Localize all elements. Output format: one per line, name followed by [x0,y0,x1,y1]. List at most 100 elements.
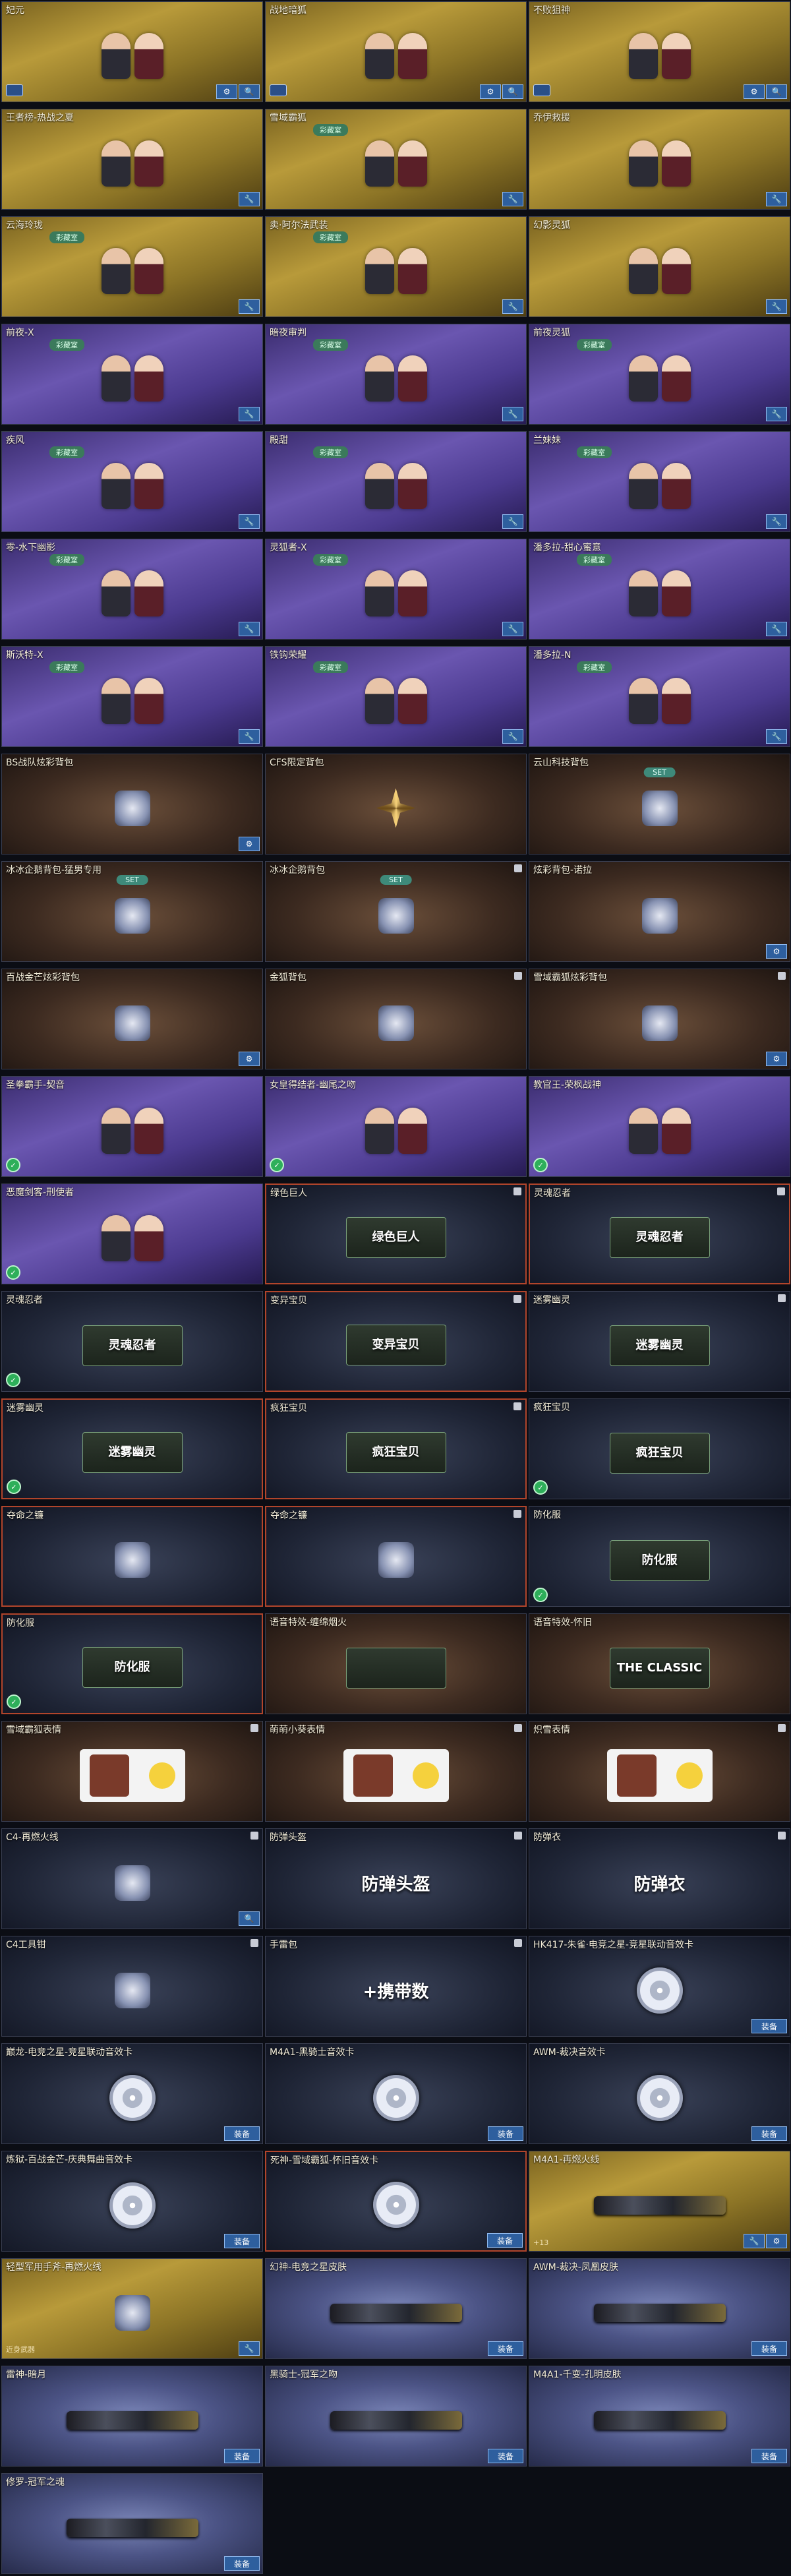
wrench-button[interactable]: 🔧 [239,622,260,636]
item-card[interactable]: 暗夜审判 彩藏室 🔧 [265,324,527,425]
wrench-button[interactable]: 🔧 [502,622,523,636]
item-card[interactable]: 卖·阿尔法武装 彩藏室 🔧 [265,216,527,317]
item-card[interactable]: M4A1-千变-孔明皮肤 装备 [529,2366,790,2467]
item-card[interactable]: 云山科技背包 SET [529,754,790,854]
wrench-button[interactable]: 🔧 [239,514,260,529]
item-card[interactable]: 炽雪表情 [529,1721,790,1822]
item-card[interactable]: 语音特效-怀旧 THE CLASSIC [529,1613,790,1714]
equip-button[interactable]: 装备 [224,2234,260,2248]
equip-button[interactable]: 装备 [488,2341,523,2356]
item-card[interactable]: 兰妹妹 彩藏室 🔧 [529,431,790,532]
item-card[interactable]: AWM-裁决音效卡 装备 [529,2043,790,2144]
item-card[interactable]: M4A1-再燃火线 +13 ⚙ 🔧 [529,2151,790,2252]
item-card[interactable]: 冰冰企鹅背包 SET [265,861,527,962]
item-card[interactable]: AWM-裁决-凤凰皮肤 装备 [529,2258,790,2359]
item-card[interactable]: BS战队炫彩背包 ⚙ [1,754,263,854]
item-card[interactable]: 云海玲珑 彩藏室 🔧 [1,216,263,317]
item-card[interactable]: 灵魂忍者 灵魂忍者 [529,1183,790,1284]
item-card[interactable]: 迷雾幽灵 迷雾幽灵 ✓ [1,1398,263,1499]
equip-button[interactable]: 装备 [488,2126,523,2141]
wrench-button[interactable]: 🔧 [766,299,787,314]
item-card[interactable]: 妃元 🔍 ⚙ [1,1,263,102]
wrench-button[interactable]: 🔧 [239,729,260,744]
item-card[interactable]: 修罗-冠军之魂 装备 [1,2473,263,2574]
wrench-button[interactable]: 🔧 [502,514,523,529]
gear-button[interactable]: ⚙ [239,1052,260,1066]
item-card[interactable]: 前夜灵狐 彩藏室 🔧 [529,324,790,425]
item-card[interactable]: 恶魔剑客-刑使者 ✓ [1,1183,263,1284]
gear-button[interactable]: ⚙ [744,84,765,99]
wrench-button[interactable]: 🔧 [239,192,260,206]
item-card[interactable]: 萌萌小葵表情 [265,1721,527,1822]
wrench-button[interactable]: 🔧 [239,2341,260,2356]
item-card[interactable]: 迷雾幽灵 迷雾幽灵 [529,1291,790,1392]
item-card[interactable]: 变异宝贝 变异宝贝 [265,1291,527,1392]
item-card[interactable]: C4-再燃火线 🔍 [1,1828,263,1929]
wrench-button[interactable]: 🔧 [766,514,787,529]
gear-button[interactable]: ⚙ [766,1052,787,1066]
equip-button[interactable]: 装备 [224,2449,260,2463]
gear-button[interactable]: ⚙ [216,84,237,99]
item-card[interactable]: 幻影灵狐 🔧 [529,216,790,317]
item-card[interactable]: 雪域霸狐炫彩背包 ⚙ [529,969,790,1069]
item-card[interactable]: 零-水下幽影 彩藏室 🔧 [1,539,263,640]
gear-button[interactable]: ⚙ [480,84,501,99]
item-card[interactable]: 手雷包 +携带数 [265,1936,527,2037]
item-card[interactable]: 轻型军用手斧-再燃火线 近身武器 🔧 [1,2258,263,2359]
item-card[interactable]: 疾风 彩藏室 🔧 [1,431,263,532]
equip-button[interactable]: 装备 [487,2233,523,2248]
wrench-button[interactable]: 🔧 [744,2234,765,2248]
search-button[interactable]: 🔍 [766,84,787,99]
equip-button[interactable]: 装备 [751,2126,787,2141]
item-card[interactable]: HK417-朱雀·电竞之星-竞星联动音效卡 装备 [529,1936,790,2037]
wrench-button[interactable]: 🔧 [502,299,523,314]
wrench-button[interactable]: 🔧 [502,407,523,421]
item-card[interactable]: 防弹衣 防弹衣 [529,1828,790,1929]
item-card[interactable]: 冰冰企鹅背包-猛男专用 SET [1,861,263,962]
item-card[interactable]: 夺命之镰 [1,1506,263,1607]
search-button[interactable]: 🔍 [239,1911,260,1926]
item-card[interactable]: 王者榜-热战之夏 🔧 [1,109,263,210]
item-card[interactable]: C4工具钳 [1,1936,263,2037]
item-card[interactable]: 潘多拉-N 彩藏室 🔧 [529,646,790,747]
equip-button[interactable]: 装备 [488,2449,523,2463]
item-card[interactable]: 防弹头盔 防弹头盔 [265,1828,527,1929]
search-button[interactable]: 🔍 [502,84,523,99]
gear-button[interactable]: ⚙ [766,2234,787,2248]
item-card[interactable]: 防化服 防化服 ✓ [529,1506,790,1607]
item-card[interactable]: 圣拳霸手-契音 ✓ [1,1076,263,1177]
item-card[interactable]: 乔伊救援 🔧 [529,109,790,210]
item-card[interactable]: 灵魂忍者 灵魂忍者 ✓ [1,1291,263,1392]
item-card[interactable]: 潘多拉-甜心蜜意 彩藏室 🔧 [529,539,790,640]
item-card[interactable]: 雷神-暗月 装备 [1,2366,263,2467]
item-card[interactable]: 金狐背包 [265,969,527,1069]
wrench-button[interactable]: 🔧 [502,729,523,744]
item-card[interactable]: 斯沃特-X 彩藏室 🔧 [1,646,263,747]
item-card[interactable]: 前夜-X 彩藏室 🔧 [1,324,263,425]
item-card[interactable]: 雪域霸狐表情 [1,1721,263,1822]
item-card[interactable]: 巅龙-电竞之星-竞星联动音效卡 装备 [1,2043,263,2144]
wrench-button[interactable]: 🔧 [766,192,787,206]
item-card[interactable]: 教官王-荣枫战神 ✓ [529,1076,790,1177]
item-card[interactable]: 百战金芒炫彩背包 ⚙ [1,969,263,1069]
item-card[interactable]: 防化服 防化服 ✓ [1,1613,263,1714]
item-card[interactable]: 殿甜 彩藏室 🔧 [265,431,527,532]
item-card[interactable]: 炼狱-百战金芒-庆典舞曲音效卡 装备 [1,2151,263,2252]
equip-button[interactable]: 装备 [224,2126,260,2141]
wrench-button[interactable]: 🔧 [502,192,523,206]
item-card[interactable]: 女皇得结者-幽尾之吻 ✓ [265,1076,527,1177]
equip-button[interactable]: 装备 [751,2449,787,2463]
item-card[interactable]: 铁钩荣耀 彩藏室 🔧 [265,646,527,747]
item-card[interactable]: 幻神-电竞之星皮肤 装备 [265,2258,527,2359]
item-card[interactable]: CFS限定背包 [265,754,527,854]
item-card[interactable]: 语音特效-缠绵烟火 [265,1613,527,1714]
item-card[interactable]: 黑骑士-冠军之吻 装备 [265,2366,527,2467]
item-card[interactable]: 雪域霸狐 彩藏室 🔧 [265,109,527,210]
search-button[interactable]: 🔍 [239,84,260,99]
item-card[interactable]: 灵狐者-X 彩藏室 🔧 [265,539,527,640]
wrench-button[interactable]: 🔧 [239,407,260,421]
item-card[interactable]: 战地暗狐 🔍 ⚙ [265,1,527,102]
item-card[interactable]: M4A1-黑骑士音效卡 装备 [265,2043,527,2144]
item-card[interactable]: 绿色巨人 绿色巨人 [265,1183,527,1284]
equip-button[interactable]: 装备 [751,2019,787,2033]
